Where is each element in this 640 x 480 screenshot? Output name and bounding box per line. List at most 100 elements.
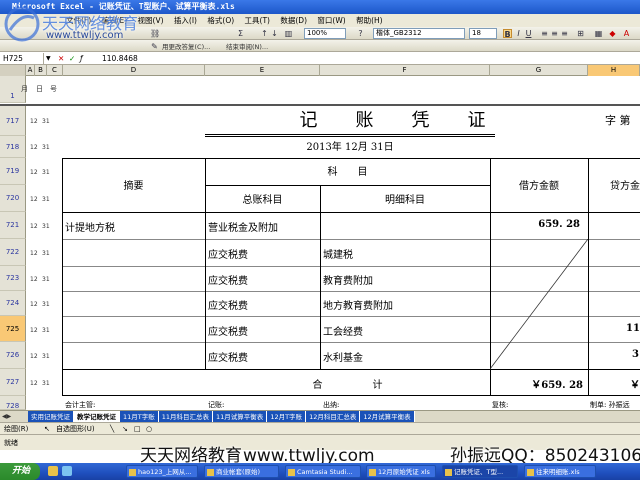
merge-center-icon[interactable]: ⊞ (576, 29, 585, 38)
bold-button[interactable]: B (503, 29, 512, 39)
borders-icon[interactable]: ▦ (594, 29, 603, 38)
credit-cell[interactable]: 11 (626, 323, 640, 334)
sheet-tab[interactable]: 11月科目汇总表 (158, 411, 214, 422)
month-cell[interactable]: 12 (30, 223, 38, 230)
summary-cell[interactable]: 计提地方税 (65, 219, 115, 234)
credit-cell[interactable]: 3 (632, 349, 639, 360)
align-center-icon[interactable]: ≡ (550, 29, 559, 38)
month-cell[interactable]: 12 (30, 301, 38, 308)
taskbar-item[interactable]: 商业帐套(原始) (204, 465, 279, 478)
reply-with-changes-button[interactable]: 用更改答复(C)... (162, 41, 210, 51)
menu-window[interactable]: 窗口(W) (317, 14, 345, 27)
day-cell[interactable]: 31 (42, 327, 50, 334)
credit-header[interactable]: 贷方金 (610, 177, 640, 192)
month-cell[interactable]: 12 (30, 327, 38, 334)
taskbar-item-active[interactable]: 记账凭证、T型... (442, 465, 518, 478)
name-box[interactable]: H725 (0, 53, 44, 64)
day-cell[interactable]: 31 (42, 169, 50, 176)
row-header[interactable]: 718 (0, 136, 26, 158)
day-cell[interactable]: 31 (42, 196, 50, 203)
formula-input[interactable]: 110.8468 (102, 53, 640, 64)
total-debit[interactable]: ￥659. 28 (490, 376, 583, 391)
cancel-entry-icon[interactable]: ✕ (58, 53, 64, 65)
sheet-tab[interactable]: 12月T字账 (267, 411, 307, 422)
day-cell[interactable]: 31 (42, 144, 50, 151)
help-icon[interactable]: ? (356, 29, 365, 38)
font-color-icon[interactable]: A (622, 29, 631, 38)
menu-format[interactable]: 格式(O) (207, 14, 234, 27)
taskbar-item[interactable]: 往来明细账.xls (524, 465, 596, 478)
month-cell[interactable]: 12 (30, 169, 38, 176)
month-cell[interactable]: 12 (30, 118, 38, 125)
column-header-e[interactable]: E (205, 65, 320, 76)
font-name-select[interactable]: 楷体_GB2312 (373, 28, 465, 39)
day-cell[interactable]: 31 (42, 353, 50, 360)
month-cell[interactable]: 12 (30, 196, 38, 203)
month-cell[interactable]: 12 (30, 250, 38, 257)
row-header[interactable]: 724 (0, 291, 26, 316)
sort-ascending-icon[interactable]: ↑ (260, 29, 269, 38)
row-header[interactable]: 720 (0, 185, 26, 212)
general-account-header[interactable]: 总账科目 (205, 191, 320, 206)
insert-function-icon[interactable]: ƒ (80, 53, 83, 65)
general-account-cell[interactable]: 应交税费 (208, 272, 248, 287)
detail-account-cell[interactable]: 教育费附加 (323, 272, 373, 287)
row-header[interactable]: 721 (0, 212, 26, 239)
detail-account-cell[interactable]: 工会经费 (323, 323, 363, 338)
row-header[interactable]: 723 (0, 266, 26, 291)
detail-account-header[interactable]: 明细科目 (320, 191, 490, 206)
chart-wizard-icon[interactable]: ▥ (284, 29, 293, 38)
subject-header[interactable]: 科 目 (205, 163, 490, 178)
sheet-tab[interactable]: 11月试算平衡表 (213, 411, 268, 422)
debit-cell[interactable]: 659. 28 (490, 219, 580, 230)
summary-header[interactable]: 摘要 (62, 177, 205, 192)
month-cell[interactable]: 12 (30, 380, 38, 387)
general-account-cell[interactable]: 应交税费 (208, 297, 248, 312)
day-cell[interactable]: 31 (42, 380, 50, 387)
month-cell[interactable]: 12 (30, 353, 38, 360)
taskbar-item[interactable]: 12月原始凭证 xls (366, 465, 436, 478)
end-review-button[interactable]: 结束审阅(N)... (226, 41, 268, 51)
italic-button[interactable]: I (514, 29, 523, 38)
row-header[interactable]: 719 (0, 158, 26, 185)
sort-descending-icon[interactable]: ↓ (270, 29, 279, 38)
quick-launch-icon[interactable] (48, 466, 58, 476)
day-cell[interactable]: 31 (42, 301, 50, 308)
month-cell[interactable]: 12 (30, 276, 38, 283)
menu-tools[interactable]: 工具(T) (245, 14, 270, 27)
underline-button[interactable]: U (524, 29, 533, 38)
sheet-tab[interactable]: 实用记账凭证 (28, 411, 74, 422)
detail-account-cell[interactable]: 城建税 (323, 246, 353, 261)
general-account-cell[interactable]: 应交税费 (208, 349, 248, 364)
menu-insert[interactable]: 插入(I) (174, 14, 197, 27)
confirm-entry-icon[interactable]: ✓ (69, 53, 75, 65)
tab-scroll-icon[interactable]: ◀▶ (2, 411, 11, 422)
insert-hyperlink-icon[interactable]: ⛓ (150, 29, 160, 38)
month-cell[interactable]: 12 (30, 144, 38, 151)
name-box-dropdown-icon[interactable]: ▼ (46, 53, 54, 65)
column-header-b[interactable]: B (35, 65, 47, 76)
row-header[interactable]: 717 (0, 106, 26, 136)
sheet-tab-active[interactable]: 教学记账凭证 (74, 411, 120, 422)
row-header[interactable]: 728 (0, 396, 26, 410)
column-header-f[interactable]: F (320, 65, 490, 76)
column-header-h[interactable]: H (588, 65, 640, 76)
sheet-tab[interactable]: 12月科目汇总表 (306, 411, 361, 422)
voucher-number-label[interactable]: 字 第 (605, 112, 640, 128)
sheet-tab[interactable]: 11月T字账 (120, 411, 159, 422)
column-header-d[interactable]: D (63, 65, 205, 76)
row-header-selected[interactable]: 725 (0, 316, 26, 342)
debit-header[interactable]: 借方金额 (490, 177, 588, 192)
select-all-corner[interactable] (0, 65, 26, 76)
column-header-c[interactable]: C (47, 65, 63, 76)
taskbar-item[interactable]: Camtasia Studi... (285, 465, 361, 478)
fill-color-icon[interactable]: ◆ (608, 29, 617, 38)
menu-data[interactable]: 数据(D) (280, 14, 307, 27)
day-cell[interactable]: 31 (42, 118, 50, 125)
detail-account-cell[interactable]: 水利基金 (323, 349, 363, 364)
general-account-cell[interactable]: 应交税费 (208, 323, 248, 338)
column-header-g[interactable]: G (490, 65, 588, 76)
general-account-cell[interactable]: 应交税费 (208, 246, 248, 261)
font-size-select[interactable]: 18 (469, 28, 497, 39)
day-cell[interactable]: 31 (42, 223, 50, 230)
